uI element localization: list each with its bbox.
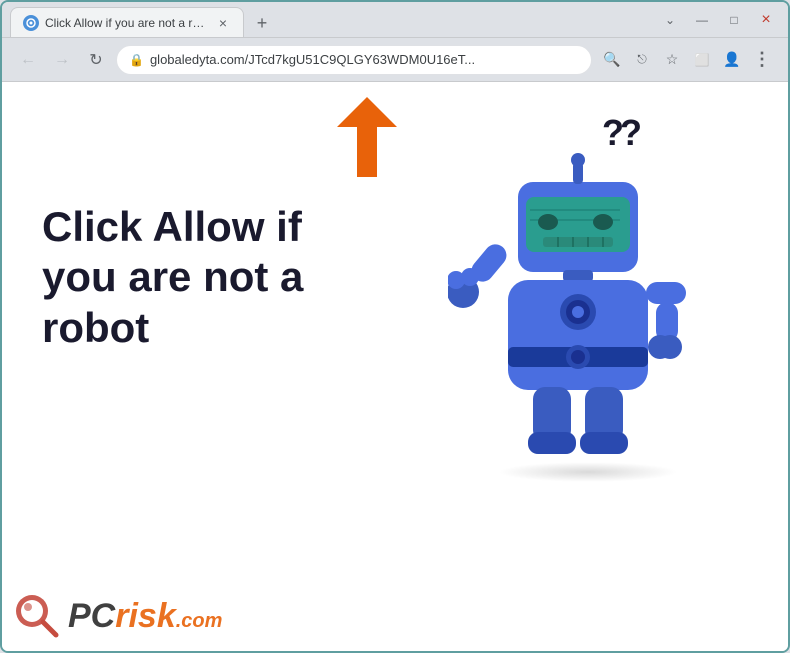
address-actions: 🔍 ⎋ ☆ ⬜ 👤 ⋮ — [598, 46, 776, 74]
minimize-button[interactable]: — — [688, 6, 716, 34]
main-text-line3: robot — [42, 304, 149, 351]
main-text-line2: you are not a — [42, 253, 303, 300]
chevron-down-button[interactable]: ⌄ — [656, 6, 684, 34]
address-bar-input[interactable]: 🔒 globaledyta.com/JTcd7kgU51C9QLGY63WDM0… — [116, 45, 592, 75]
menu-button[interactable]: ⋮ — [748, 46, 776, 74]
main-text: Click Allow if you are not a robot — [42, 202, 322, 353]
arrow-indicator — [322, 92, 412, 192]
main-text-line1: Click Allow if — [42, 203, 302, 250]
forward-button[interactable]: → — [48, 46, 76, 74]
watermark: PCrisk.com — [12, 591, 222, 641]
magnifier-icon — [12, 591, 62, 641]
address-bar: ← → ↻ 🔒 globaledyta.com/JTcd7kgU51C9QLGY… — [2, 38, 788, 82]
new-tab-button[interactable]: + — [248, 9, 276, 37]
profile-button[interactable]: 👤 — [718, 46, 746, 74]
reload-button[interactable]: ↻ — [82, 46, 110, 74]
tab-favicon — [23, 15, 39, 31]
browser-window: Click Allow if you are not a robot × + ⌄… — [0, 0, 790, 653]
tab-close-button[interactable]: × — [215, 15, 231, 31]
window-controls: ⌄ — □ × — [656, 6, 780, 34]
page-content: Click Allow if you are not a robot ?? — [2, 82, 788, 651]
title-bar: Click Allow if you are not a robot × + ⌄… — [2, 2, 788, 38]
share-button[interactable]: ⎋ — [628, 46, 656, 74]
robot-svg — [448, 152, 708, 472]
back-button[interactable]: ← — [14, 46, 42, 74]
split-view-button[interactable]: ⬜ — [688, 46, 716, 74]
robot-shadow — [498, 462, 678, 482]
watermark-text: PCrisk.com — [68, 597, 222, 636]
robot-illustration: ?? — [428, 102, 728, 482]
url-text: globaledyta.com/JTcd7kgU51C9QLGY63WDM0U1… — [150, 52, 579, 67]
watermark-com: .com — [176, 610, 223, 632]
tab-area: Click Allow if you are not a robot × + — [10, 2, 652, 37]
bookmark-button[interactable]: ☆ — [658, 46, 686, 74]
close-window-button[interactable]: × — [752, 6, 780, 34]
tab-title: Click Allow if you are not a robot — [45, 16, 205, 30]
maximize-button[interactable]: □ — [720, 6, 748, 34]
question-marks: ?? — [602, 112, 638, 154]
active-tab[interactable]: Click Allow if you are not a robot × — [10, 7, 244, 37]
lock-icon: 🔒 — [129, 53, 144, 67]
search-button[interactable]: 🔍 — [598, 46, 626, 74]
watermark-pc: PC — [68, 597, 115, 635]
watermark-risk: risk — [115, 597, 176, 635]
